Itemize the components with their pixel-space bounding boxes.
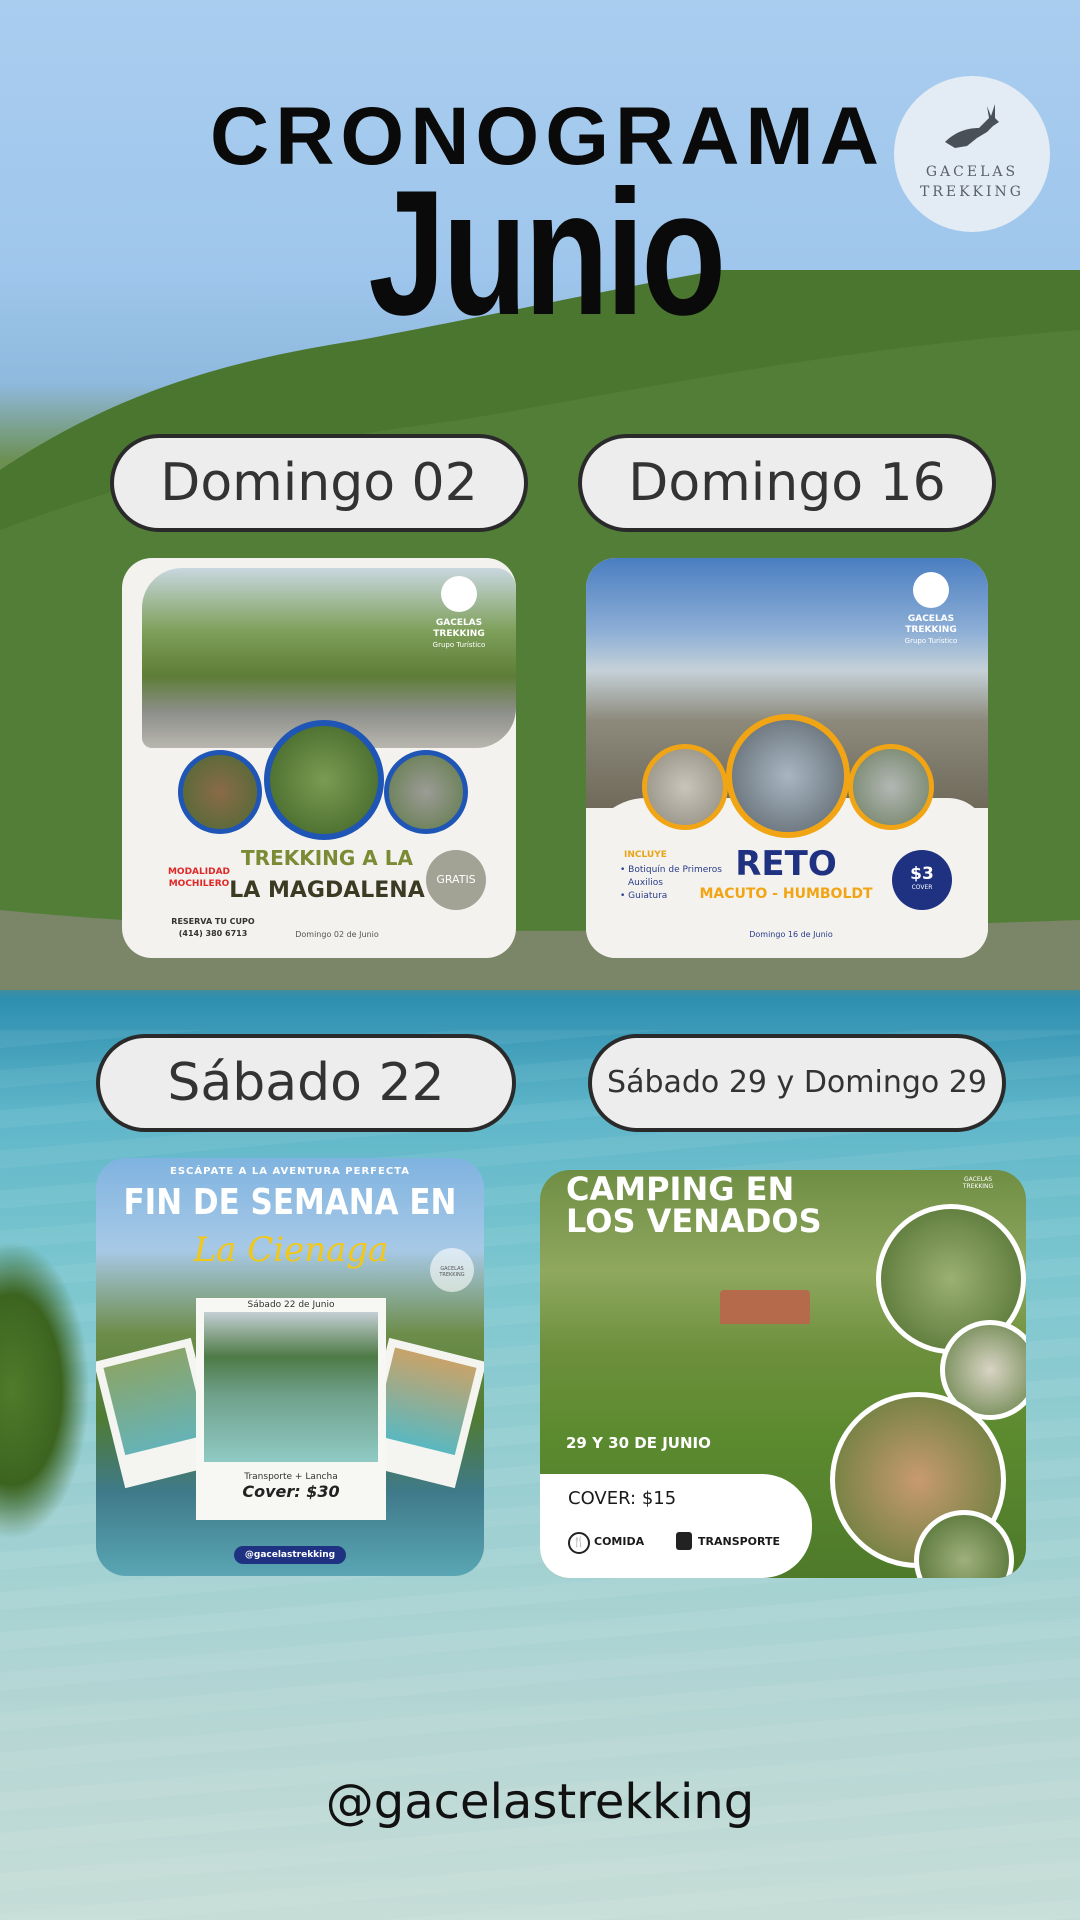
- polaroid-date: Sábado 22 de Junio: [247, 1300, 335, 1310]
- price-badge: GRATIS: [426, 850, 486, 910]
- brand-subtext: Grupo Turístico: [432, 641, 486, 649]
- photo-circle: [178, 750, 262, 834]
- brand-subtext: Grupo Turístico: [904, 637, 958, 645]
- tree-foliage: [0, 1240, 90, 1540]
- photo-circle: [264, 720, 384, 840]
- card-kicker: ESCÁPATE A LA AVENTURA PERFECTA: [170, 1166, 410, 1177]
- card-title-2: LA MAGDALENA: [229, 878, 425, 903]
- polaroid-photo: [204, 1312, 378, 1462]
- bus-icon: [676, 1532, 692, 1550]
- price-badge: $3 COVER: [892, 850, 952, 910]
- modalidad-line1: MODALIDAD: [167, 867, 231, 877]
- card-title-1: RETO: [735, 844, 837, 884]
- card-script-title: La Cienaga: [193, 1230, 389, 1270]
- cover-panel: COVER: $15 🍴 COMIDA TRANSPORTE: [540, 1474, 812, 1578]
- card-dates: 29 Y 30 DE JUNIO: [566, 1434, 711, 1452]
- brand-text: GACELAS: [435, 618, 483, 628]
- event-card-la-magdalena[interactable]: GACELAS TREKKING Grupo Turístico MODALID…: [122, 558, 516, 958]
- date-pill-3: Sábado 22: [96, 1034, 516, 1132]
- gazelle-icon: [945, 104, 999, 148]
- photo-circle: [848, 744, 934, 830]
- date-pill-4: Sábado 29 y Domingo 29: [588, 1034, 1006, 1132]
- card-brand: GACELAS TREKKING: [962, 1176, 994, 1190]
- reserva-phone: (414) 380 6713: [178, 929, 248, 938]
- date-pill-1: Domingo 02: [110, 434, 528, 532]
- incluye-label: INCLUYE: [624, 850, 667, 860]
- card-title: FIN DE SEMANA EN: [123, 1182, 457, 1223]
- reserva-info: RESERVA TU CUPO (414) 380 6713: [158, 916, 268, 940]
- date-label: Sábado 22: [167, 1053, 445, 1113]
- brand-logo[interactable]: GACELAS TREKKING: [894, 76, 1050, 232]
- date-label: Domingo 16: [628, 453, 946, 513]
- card-date: Domingo 02 de Junio: [295, 930, 379, 939]
- event-card-reto-macuto[interactable]: GACELAS TREKKING Grupo Turístico INCLUYE…: [586, 558, 988, 958]
- card-title-2: MACUTO - HUMBOLDT: [699, 886, 873, 902]
- card-brand-logo: GACELAS TREKKING: [430, 1248, 474, 1292]
- reserva-line1: RESERVA TU CUPO: [171, 917, 255, 926]
- transporte-label: TRANSPORTE: [698, 1535, 781, 1548]
- brand-text: TREKKING: [905, 625, 957, 635]
- card-title-2: LOS VENADOS: [566, 1202, 822, 1240]
- photo-circle: [384, 750, 468, 834]
- logo-text-line1: GACELAS: [925, 164, 1019, 180]
- food-icon: 🍴: [568, 1532, 590, 1554]
- logo-text-line2: TREKKING: [920, 184, 1024, 200]
- price-value: $3: [910, 864, 934, 884]
- brand-text: TREKKING: [433, 629, 485, 639]
- polaroid-transport: Transporte + Lancha: [244, 1472, 338, 1482]
- date-label: Domingo 02: [160, 453, 478, 513]
- comida-label: COMIDA: [594, 1535, 645, 1548]
- card-brand: GACELAS TREKKING Grupo Turístico: [414, 576, 504, 651]
- polaroid-center: Sábado 22 de Junio Transporte + Lancha C…: [196, 1298, 386, 1520]
- date-label: Sábado 29 y Domingo 29: [607, 1065, 987, 1100]
- price-badge-text: GRATIS: [436, 873, 476, 886]
- photo-circle: [642, 744, 728, 830]
- card-handle-badge: @gacelastrekking: [234, 1546, 346, 1564]
- polaroid-cover: Cover: $30: [242, 1482, 340, 1501]
- footer-handle[interactable]: @gacelastrekking: [0, 1774, 1080, 1830]
- cabin-illustration: [720, 1290, 810, 1324]
- cover-text: COVER: $15: [568, 1488, 677, 1509]
- brand-text: GACELAS: [907, 614, 955, 624]
- card-date: Domingo 16 de Junio: [749, 930, 833, 939]
- card-title-1: TREKKING A LA: [241, 846, 413, 870]
- price-label: COVER: [911, 884, 933, 891]
- brand-text: TREKKING: [439, 1272, 465, 1278]
- page-subtitle-month: Junio: [368, 153, 726, 352]
- card-brand: GACELAS TREKKING Grupo Turístico: [886, 572, 976, 647]
- event-card-la-cienaga[interactable]: ESCÁPATE A LA AVENTURA PERFECTA FIN DE S…: [96, 1158, 484, 1576]
- event-card-camping-los-venados[interactable]: CAMPING EN LOS VENADOS GACELAS TREKKING …: [540, 1170, 1026, 1578]
- photo-circle: [726, 714, 850, 838]
- date-pill-2: Domingo 16: [578, 434, 996, 532]
